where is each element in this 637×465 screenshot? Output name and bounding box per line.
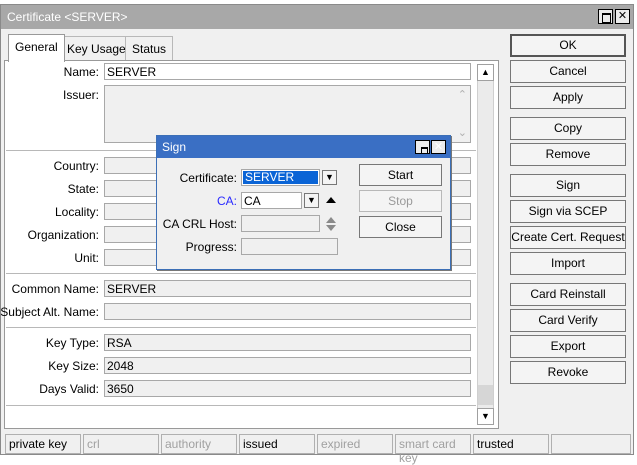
stop-button[interactable]: Stop — [359, 190, 442, 212]
status-smart-card-key: smart card key — [395, 434, 471, 465]
common-name-input[interactable]: SERVER — [104, 280, 471, 297]
close-icon[interactable]: ✕ — [615, 9, 630, 24]
certificate-selected-value: SERVER — [243, 171, 318, 184]
sign-button[interactable]: Sign — [510, 174, 626, 197]
apply-button[interactable]: Apply — [510, 86, 626, 109]
subject-alt-name-label: Subject Alt. Name: — [0, 305, 99, 319]
locality-label: Locality: — [54, 205, 99, 219]
restore-icon[interactable] — [598, 9, 613, 24]
issuer-label: Issuer: — [62, 88, 99, 102]
organization-label: Organization: — [27, 228, 99, 242]
separator — [6, 273, 476, 274]
tab-label: General — [15, 40, 58, 54]
tab-general[interactable]: General — [8, 34, 65, 62]
certificate-select[interactable]: SERVER — [241, 169, 320, 186]
name-label: Name: — [63, 65, 99, 79]
close-icon[interactable]: ✕ — [431, 140, 446, 154]
card-verify-button[interactable]: Card Verify — [510, 309, 626, 332]
revoke-button[interactable]: Revoke — [510, 361, 626, 384]
scroll-up-icon[interactable]: ▲ — [477, 64, 494, 81]
start-button[interactable]: Start — [359, 164, 442, 186]
tab-label: Status — [132, 42, 167, 56]
add-up-icon[interactable] — [326, 217, 336, 223]
common-name-label: Common Name: — [11, 282, 99, 296]
copy-button[interactable]: Copy — [510, 117, 626, 140]
window-title: Certificate <SERVER> — [7, 10, 128, 24]
textarea-scroll-up-icon[interactable]: ⌃ — [458, 88, 467, 102]
remove-down-icon[interactable] — [326, 225, 336, 231]
chevron-down-icon[interactable]: ▼ — [322, 170, 337, 185]
remove-button[interactable]: Remove — [510, 143, 626, 166]
scroll-down-icon[interactable]: ▼ — [477, 408, 494, 425]
import-button[interactable]: Import — [510, 252, 626, 275]
certificate-label: Certificate: — [179, 171, 237, 185]
progress-label: Progress: — [185, 240, 237, 254]
close-button[interactable]: Close — [359, 216, 442, 238]
separator — [6, 327, 476, 328]
key-type-input[interactable]: RSA — [104, 334, 471, 351]
ok-button[interactable]: OK — [510, 34, 626, 57]
chevron-down-icon[interactable]: ▼ — [304, 193, 319, 208]
country-label: Country: — [53, 159, 99, 173]
ca-label: CA: — [216, 194, 237, 208]
vertical-scrollbar[interactable] — [477, 64, 494, 425]
status-crl: crl — [83, 434, 159, 454]
state-label: State: — [67, 182, 99, 196]
tab-label: Key Usage — [67, 42, 126, 56]
title-bar[interactable]: Certificate <SERVER> ✕ — [1, 5, 633, 29]
restore-icon[interactable] — [415, 140, 430, 154]
create-cert-request-button[interactable]: Create Cert. Request — [510, 226, 626, 249]
days-valid-label: Days Valid: — [39, 382, 99, 396]
status-empty — [551, 434, 631, 454]
sign-dialog: Sign ✕ Certificate: SERVER ▼ CA: CA ▼ CA… — [156, 135, 451, 270]
status-expired: expired — [317, 434, 393, 454]
key-size-label: Key Size: — [48, 359, 99, 373]
name-input[interactable]: SERVER — [104, 63, 471, 80]
status-private-key: private key — [5, 434, 81, 454]
subject-alt-name-input[interactable] — [104, 303, 471, 320]
unit-label: Unit: — [74, 251, 99, 265]
key-size-input[interactable]: 2048 — [104, 357, 471, 374]
scroll-thumb[interactable] — [478, 385, 493, 405]
card-reinstall-button[interactable]: Card Reinstall — [510, 283, 626, 306]
progress-bar — [241, 238, 338, 255]
cancel-button[interactable]: Cancel — [510, 60, 626, 83]
tab-status[interactable]: Status — [125, 36, 174, 60]
ca-crl-host-input[interactable] — [241, 215, 320, 232]
status-authority: authority — [161, 434, 237, 454]
export-button[interactable]: Export — [510, 335, 626, 358]
ca-crl-host-label: CA CRL Host: — [162, 217, 237, 231]
collapse-up-icon[interactable] — [326, 197, 336, 203]
key-type-label: Key Type: — [45, 336, 99, 350]
textarea-scroll-down-icon[interactable]: ⌄ — [458, 126, 467, 140]
status-trusted: trusted — [473, 434, 549, 454]
sign-dialog-title: Sign — [162, 140, 187, 154]
sign-dialog-title-bar[interactable]: Sign ✕ — [157, 136, 450, 158]
status-issued: issued — [239, 434, 315, 454]
days-valid-input[interactable]: 3650 — [104, 380, 471, 397]
separator — [6, 405, 476, 406]
ca-select[interactable]: CA — [241, 192, 302, 209]
status-bar: private key crl authority issued expired… — [3, 434, 633, 465]
sign-via-scep-button[interactable]: Sign via SCEP — [510, 200, 626, 223]
tab-key-usage[interactable]: Key Usage — [60, 36, 133, 60]
